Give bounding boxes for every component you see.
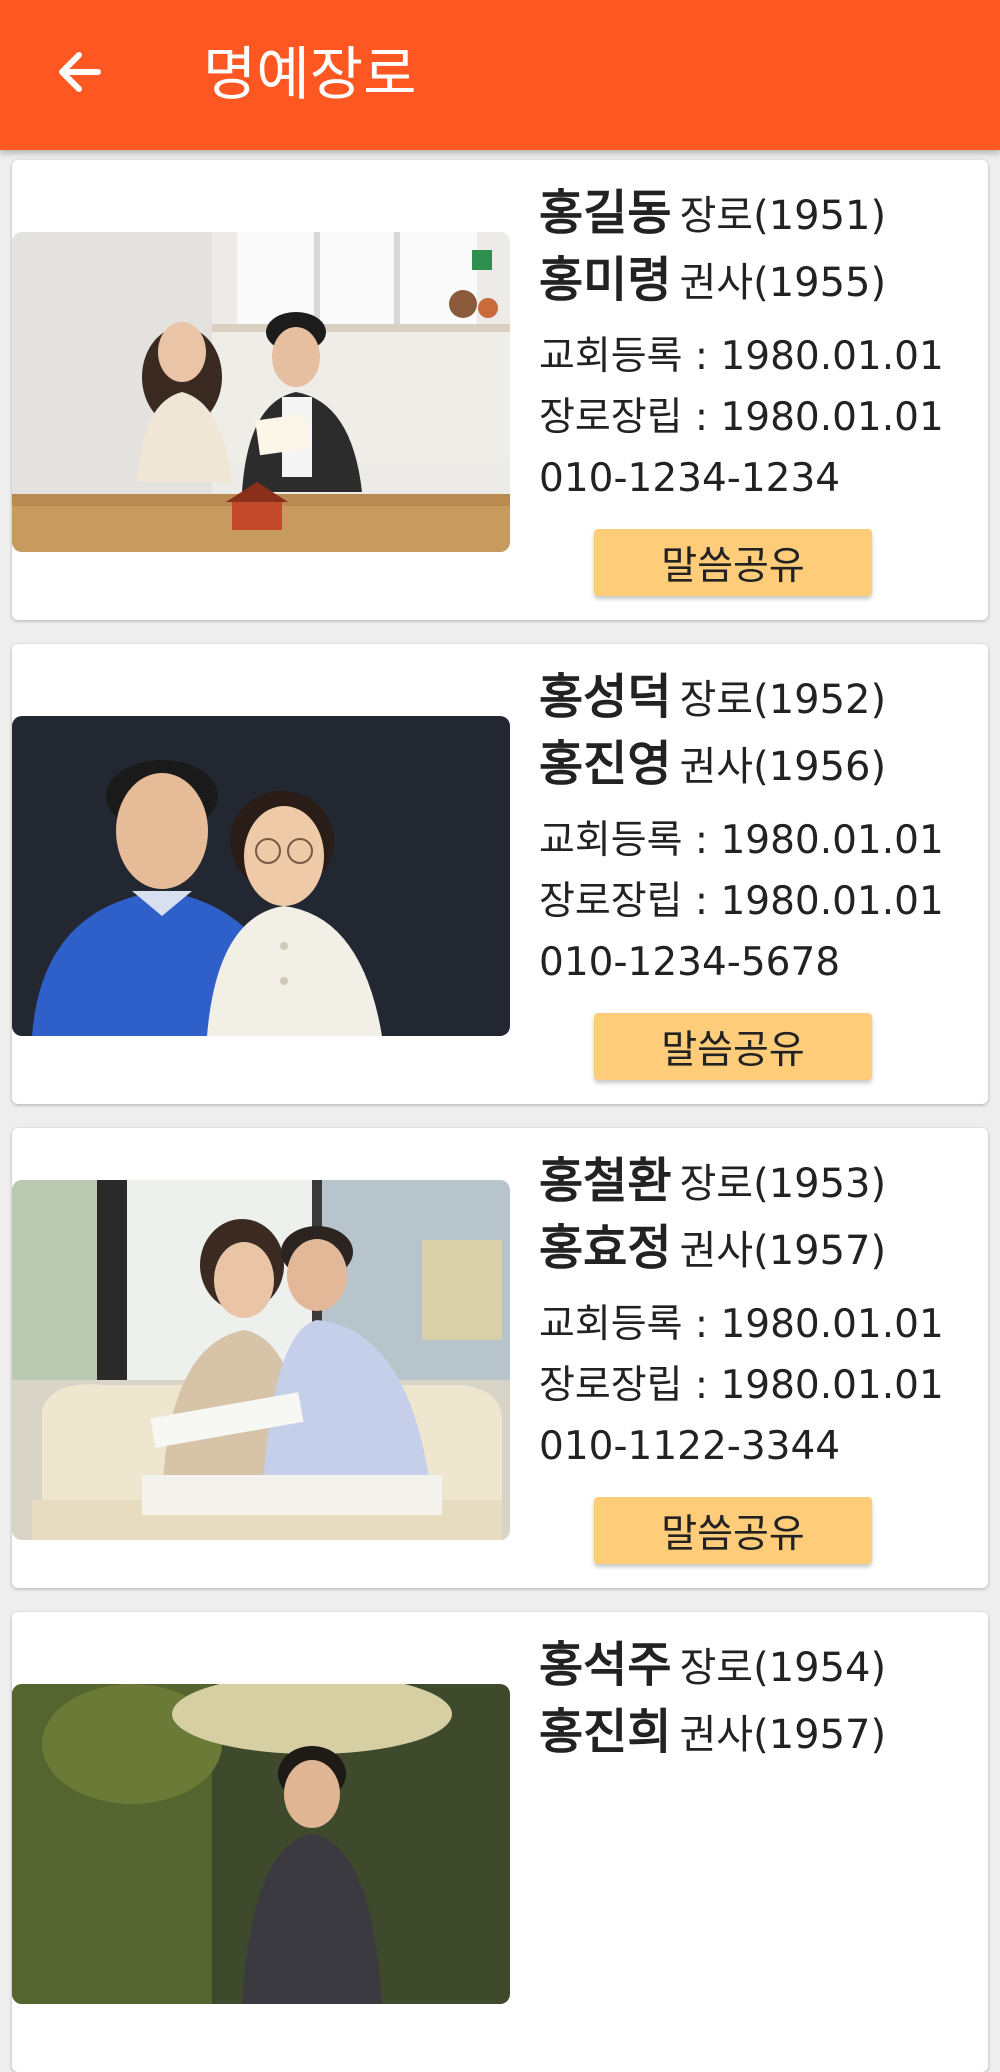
phone-number[interactable]: 010-1122-3344 [539,1416,984,1477]
share-word-button[interactable]: 말씀공유 [594,1497,872,1564]
elder-card: 홍철환 장로(1953) 홍효정 권사(1957) 교회등록 : 1980.01.0… [12,1128,988,1588]
back-arrow-icon[interactable] [52,44,108,100]
elder-name-row: 홍철환 장로(1953) [539,1148,984,1215]
elder-name-row: 홍성덕 장로(1952) [539,664,984,731]
spouse-role: 권사(1957) [679,1712,887,1758]
spouse-name-row: 홍진영 권사(1956) [539,731,984,798]
elder-installation: 장로장립 : 1980.01.01 [539,1363,944,1408]
couple-photo [12,232,510,552]
church-registration: 교회등록 : 1980.01.01 [539,334,944,379]
spouse-name-row: 홍효정 권사(1957) [539,1215,984,1282]
spouse-name: 홍효정 [539,1220,672,1276]
elder-name-row: 홍석주 장로(1954) [539,1632,984,1699]
spouse-name-row: 홍미령 권사(1955) [539,247,984,314]
elder-name: 홍철환 [539,1153,672,1209]
elder-card: 홍석주 장로(1954) 홍진희 권사(1957) [12,1612,988,2072]
elder-name: 홍석주 [539,1637,672,1693]
spouse-name: 홍진희 [539,1704,672,1760]
church-registration: 교회등록 : 1980.01.01 [539,1302,944,1347]
couple-photo [12,1180,510,1540]
couple-photo [12,1684,510,2004]
elder-info: 홍석주 장로(1954) 홍진희 권사(1957) [539,1632,984,1766]
spouse-name: 홍진영 [539,736,672,792]
phone-number[interactable]: 010-1234-5678 [539,932,984,993]
elder-info: 홍철환 장로(1953) 홍효정 권사(1957) 교회등록 : 1980.01.0… [539,1148,984,1477]
spouse-role: 권사(1957) [679,1228,887,1274]
elder-role: 장로(1952) [679,677,887,723]
elder-name-row: 홍길동 장로(1951) [539,180,984,247]
elder-info: 홍성덕 장로(1952) 홍진영 권사(1956) 교회등록 : 1980.01.0… [539,664,984,993]
church-registration: 교회등록 : 1980.01.01 [539,818,944,863]
elder-installation: 장로장립 : 1980.01.01 [539,395,944,440]
elder-role: 장로(1954) [679,1645,887,1691]
elder-name: 홍성덕 [539,669,672,725]
couple-photo [12,716,510,1036]
spouse-name: 홍미령 [539,252,672,308]
phone-number[interactable]: 010-1234-1234 [539,448,984,509]
elder-installation: 장로장립 : 1980.01.01 [539,879,944,924]
spouse-name-row: 홍진희 권사(1957) [539,1699,984,1766]
elder-role: 장로(1951) [679,193,887,239]
elder-info: 홍길동 장로(1951) 홍미령 권사(1955) 교회등록 : 1980.01.0… [539,180,984,509]
page-title: 명예장로 [203,40,417,108]
elder-card: 홍길동 장로(1951) 홍미령 권사(1955) 교회등록 : 1980.01.0… [12,160,988,620]
elder-role: 장로(1953) [679,1161,887,1207]
share-word-button[interactable]: 말씀공유 [594,529,872,596]
elder-name: 홍길동 [539,185,672,241]
spouse-role: 권사(1955) [679,260,887,306]
spouse-role: 권사(1956) [679,744,887,790]
elder-card: 홍성덕 장로(1952) 홍진영 권사(1956) 교회등록 : 1980.01.0… [12,644,988,1104]
share-word-button[interactable]: 말씀공유 [594,1013,872,1080]
app-bar: 명예장로 [0,0,1000,150]
